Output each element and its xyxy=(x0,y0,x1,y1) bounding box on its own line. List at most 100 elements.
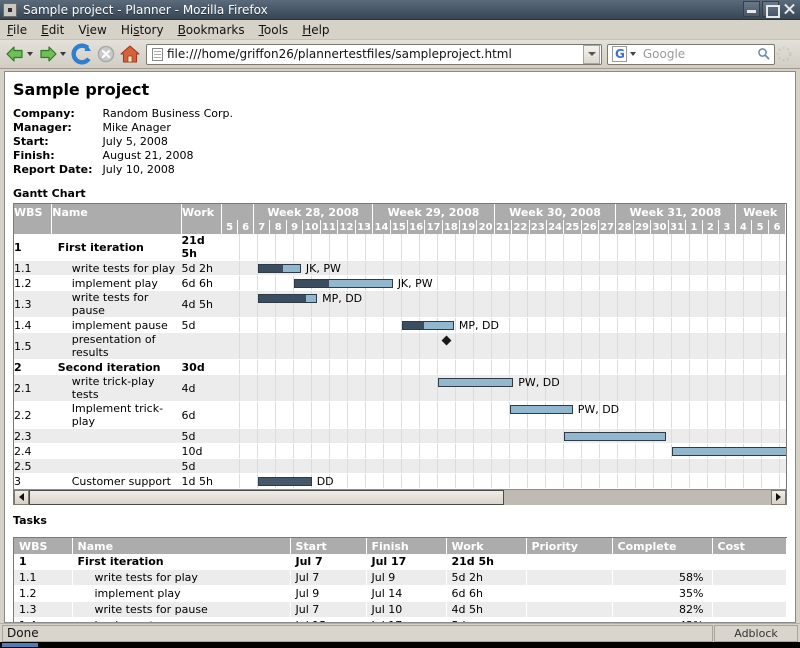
gantt-dayhdr-spacer xyxy=(14,220,53,234)
tasks-header-cell: WBS xyxy=(14,538,73,554)
menu-edit[interactable]: Edit xyxy=(41,23,64,37)
tasks-table: WBS Name Start Finish Work Priority Complete Co… xyxy=(14,538,787,622)
gantt-row-wbs: 2.5 xyxy=(14,458,52,474)
gantt-gridline xyxy=(744,459,762,473)
maximize-button[interactable] xyxy=(762,1,780,18)
gantt-row[interactable]: 1.2 implement play 6d 6h JK, PW xyxy=(14,275,786,291)
gantt-gridline xyxy=(600,234,618,260)
gantt-row-wbs: 1.2 xyxy=(14,275,52,291)
task-work: 6d 6h xyxy=(446,585,527,602)
gantt-gridline xyxy=(510,333,528,359)
gantt-gridline xyxy=(384,234,402,260)
google-logo-icon[interactable]: G xyxy=(612,46,627,62)
gantt-gridline xyxy=(528,318,546,332)
gantt-row[interactable]: 1.1 write tests for play 5d 2h JK, PW xyxy=(14,260,786,276)
close-button[interactable] xyxy=(781,1,798,17)
gantt-gridline xyxy=(240,402,258,428)
gantt-gridline xyxy=(780,474,786,488)
gantt-row-work: 30d xyxy=(181,359,222,375)
gantt-gridline xyxy=(690,234,708,260)
gantt-gridline xyxy=(474,291,492,317)
table-row[interactable]: 1.3 write tests for pause Jul 7 Jul 10 4d 5h… xyxy=(14,601,787,618)
gantt-gridline xyxy=(654,402,672,428)
scroll-track[interactable] xyxy=(29,489,771,505)
table-row[interactable]: 1.2 implement play Jul 9 Jul 14 6d 6h 35% xyxy=(14,585,787,602)
search-engine-dropdown-icon[interactable] xyxy=(629,52,636,56)
forward-dropdown-icon[interactable] xyxy=(60,52,66,56)
menu-tools[interactable]: Tools xyxy=(259,23,289,37)
gantt-row[interactable]: 1.3 write tests for pause 4d 5h MP, DD xyxy=(14,290,786,318)
home-button[interactable] xyxy=(118,43,142,65)
table-row[interactable]: 1.1 write tests for play Jul 7 Jul 9 5d 2h 58… xyxy=(14,569,787,586)
gantt-task-bar[interactable] xyxy=(401,321,454,330)
gantt-row-name: implement play xyxy=(51,275,182,291)
gantt-gridline xyxy=(618,474,636,488)
gantt-row-name xyxy=(51,443,182,459)
window-menu-icon[interactable] xyxy=(3,2,17,17)
menu-history[interactable]: History xyxy=(121,23,164,37)
forward-button[interactable] xyxy=(37,41,70,67)
gantt-gridline xyxy=(690,360,708,374)
search-bar[interactable]: G Google xyxy=(607,43,775,65)
menu-bookmarks[interactable]: Bookmarks xyxy=(178,23,245,37)
url-dropdown-button[interactable] xyxy=(583,44,600,64)
search-icon[interactable] xyxy=(757,45,770,64)
gantt-task-bar[interactable] xyxy=(257,294,318,303)
gantt-task-bar[interactable] xyxy=(293,279,393,288)
gantt-task-bar[interactable] xyxy=(563,432,667,441)
gantt-row[interactable]: 1.5 presentation of results xyxy=(14,332,786,360)
tasks-section-title: Tasks xyxy=(13,514,47,527)
gantt-row[interactable]: 2 Second iteration 30d xyxy=(14,359,786,375)
adblock-status-button[interactable]: Adblock xyxy=(714,624,798,642)
gantt-gridline xyxy=(240,375,258,401)
menu-view[interactable]: View xyxy=(78,23,107,37)
gantt-gridline xyxy=(654,474,672,488)
url-bar[interactable]: file:///home/griffon26/plannertestfiles/… xyxy=(146,43,602,65)
gantt-gridline xyxy=(402,261,420,275)
gantt-row[interactable]: 2.5 5d xyxy=(14,458,786,474)
menu-file[interactable]: FFileile xyxy=(7,23,27,37)
scroll-left-button[interactable] xyxy=(14,489,29,505)
gantt-horizontal-scrollbar[interactable] xyxy=(14,489,786,505)
gantt-row[interactable]: 1 First iteration 21d 5h xyxy=(14,234,786,261)
gantt-row[interactable]: 2.3 5d xyxy=(14,428,786,444)
gantt-task-bar[interactable] xyxy=(671,447,786,456)
gantt-gridline xyxy=(564,444,582,458)
task-start: Jul 7 xyxy=(290,554,367,570)
gantt-row[interactable]: 2.2 Implement trick-play 6d PW, DD xyxy=(14,401,786,429)
gantt-gridline xyxy=(780,291,786,317)
minimize-button[interactable] xyxy=(743,1,760,17)
metadata-value: Mike Anager xyxy=(102,121,171,134)
gantt-gridline xyxy=(366,333,384,359)
menu-help[interactable]: Help xyxy=(302,23,329,37)
gantt-gridline xyxy=(312,459,330,473)
gantt-gridline xyxy=(474,360,492,374)
reload-button[interactable] xyxy=(70,43,94,65)
gantt-row[interactable]: 1.4 implement pause 5d MP, DD xyxy=(14,317,786,333)
gantt-gridline xyxy=(636,234,654,260)
gantt-gridline xyxy=(420,375,438,401)
scroll-right-button[interactable] xyxy=(771,489,786,505)
gantt-gridline xyxy=(582,444,600,458)
gantt-task-bar[interactable] xyxy=(437,378,514,387)
gantt-gridline xyxy=(222,360,240,374)
gantt-gridline xyxy=(438,360,456,374)
gantt-day-header: 11 xyxy=(320,220,339,234)
back-dropdown-icon[interactable] xyxy=(27,52,33,56)
gantt-resource-label: MP, DD xyxy=(322,292,363,305)
gantt-row[interactable]: 2.4 10d xyxy=(14,443,786,459)
gantt-task-bar[interactable] xyxy=(509,405,573,414)
scroll-thumb[interactable] xyxy=(29,489,504,505)
table-row[interactable]: 1 First iteration Jul 7 Jul 17 21d 5h xyxy=(14,554,787,570)
gantt-gridline xyxy=(510,276,528,290)
task-finish: Jul 17 xyxy=(366,554,447,570)
back-button[interactable] xyxy=(4,41,37,67)
gantt-row[interactable]: 2.1 write trick-play tests 4d PW, DD xyxy=(14,374,786,402)
gantt-day-header: 20 xyxy=(476,220,495,234)
gantt-task-bar[interactable] xyxy=(257,477,312,486)
gantt-row[interactable]: 3 Customer support 1d 5h DD xyxy=(14,473,786,489)
gantt-task-bar[interactable] xyxy=(257,264,301,273)
gantt-gridline xyxy=(600,375,618,401)
stop-button[interactable] xyxy=(94,43,118,65)
gantt-gridline xyxy=(222,429,240,443)
